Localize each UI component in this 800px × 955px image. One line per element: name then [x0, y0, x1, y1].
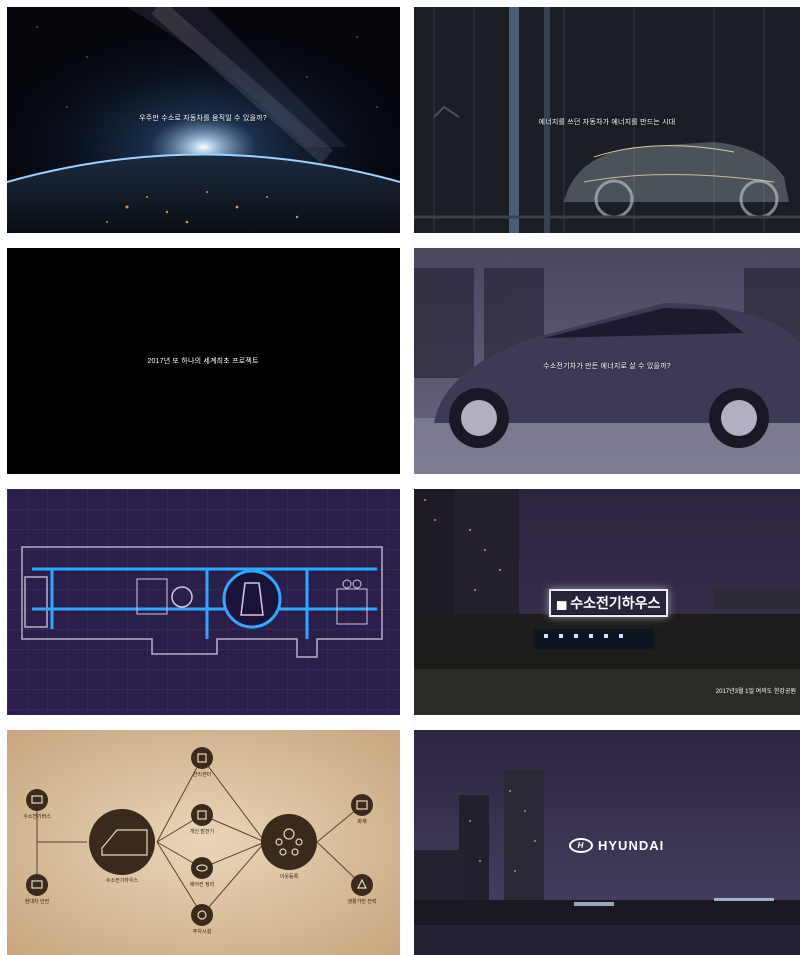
event-date-caption: 2017년3월 1일 여의도 한강공원 — [715, 689, 796, 695]
left-label-1: 수소전기버스 — [23, 814, 51, 820]
night-house-panel: ▅ 수소전기하우스 2017년3월 1일 여의도 한강공원 — [414, 489, 800, 715]
car-xray-caption: 에너지를 쓰던 자동차가 에너지를 만드는 시대 — [538, 119, 676, 126]
house-sign: ▅ 수소전기하우스 — [549, 589, 669, 617]
car-indoor-panel: 수소전기차가 만든 에너지로 살 수 있을까? — [414, 248, 800, 474]
car-icon: ▅ — [557, 596, 567, 610]
middle-label-4: 주차시설 — [192, 929, 212, 935]
energy-diagram-image — [7, 730, 400, 955]
center-left-label: 수소전기하우스 — [105, 878, 139, 884]
hyundai-logo-panel: H HYUNDAI — [414, 730, 800, 955]
house-sign-text: 수소전기하우스 — [570, 595, 661, 611]
middle-label-1: 관리센터 — [192, 772, 212, 778]
middle-label-2: 개인 발전기 — [189, 829, 215, 835]
car-xray-panel: 에너지를 쓰던 자동차가 에너지를 만드는 시대 — [414, 7, 800, 233]
black-title-caption: 2017년 또 하나의 세계최초 프로젝트 — [147, 358, 259, 365]
energy-diagram-panel: 수소전기하우스 이웃등록 수소전기버스 현대차 안전 관리센터 개인 발전기 에… — [7, 730, 400, 955]
center-right-label: 이웃등록 — [279, 874, 299, 880]
middle-label-3: 에어컨 정리 — [189, 882, 215, 888]
left-label-2: 현대차 안전 — [24, 899, 50, 905]
car-indoor-caption: 수소전기차가 만든 에너지로 살 수 있을까? — [543, 363, 671, 370]
floorplan-image — [7, 489, 400, 715]
floorplan-panel — [7, 489, 400, 715]
hyundai-logo-icon: H — [569, 838, 593, 853]
right-label-2: 생활가전 전력 — [347, 899, 377, 905]
hyundai-brand: H HYUNDAI — [569, 838, 664, 853]
earth-caption: 우주만 수소로 자동차를 움직일 수 있을까? — [139, 115, 267, 122]
earth-space-panel: 우주만 수소로 자동차를 움직일 수 있을까? — [7, 7, 400, 233]
hyundai-brand-text: HYUNDAI — [598, 838, 665, 853]
black-title-panel: 2017년 또 하나의 세계최초 프로젝트 — [7, 248, 400, 474]
right-label-1: 화재 — [357, 819, 367, 825]
